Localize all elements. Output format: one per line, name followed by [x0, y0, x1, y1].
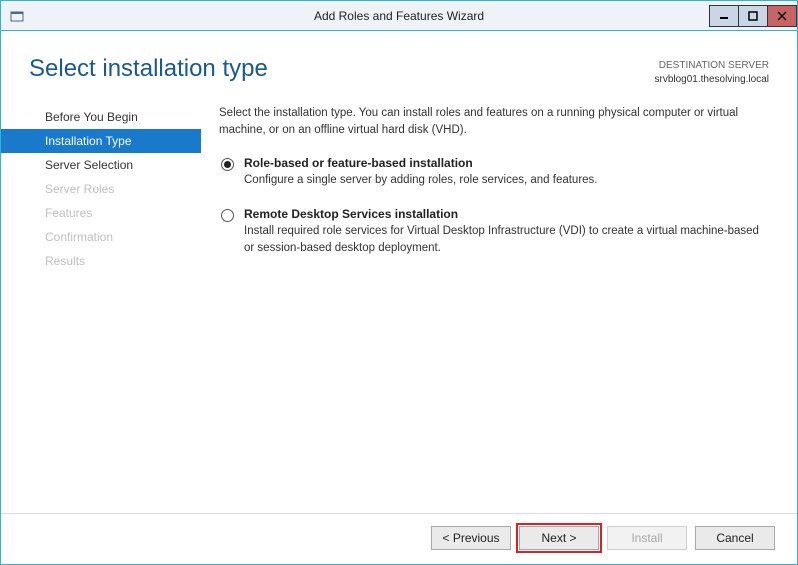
wizard-window: Add Roles and Features Wizard Select ins… — [0, 0, 798, 565]
destination-server-name: srvblog01.thesolving.local — [654, 73, 769, 87]
window-controls — [710, 5, 797, 27]
sidebar-item-confirmation: Confirmation — [1, 225, 201, 249]
option-desc: Install required role services for Virtu… — [244, 223, 769, 256]
destination-info: DESTINATION SERVER srvblog01.thesolving.… — [654, 59, 769, 87]
cancel-button[interactable]: Cancel — [695, 526, 775, 550]
sidebar-item-label: Before You Begin — [45, 110, 138, 124]
wizard-steps-sidebar: Before You Begin Installation Type Serve… — [1, 97, 201, 513]
radio-icon[interactable] — [221, 158, 234, 171]
button-label: Cancel — [716, 531, 753, 545]
option-remote-desktop[interactable]: Remote Desktop Services installation Ins… — [219, 207, 769, 256]
option-text: Role-based or feature-based installation… — [244, 156, 769, 189]
maximize-button[interactable] — [738, 5, 768, 27]
option-title: Role-based or feature-based installation — [244, 156, 769, 170]
intro-text: Select the installation type. You can in… — [219, 105, 769, 138]
page-title: Select installation type — [29, 55, 654, 83]
content-area: Select installation type DESTINATION SER… — [1, 31, 797, 564]
sidebar-item-features: Features — [1, 201, 201, 225]
option-text: Remote Desktop Services installation Ins… — [244, 207, 769, 256]
sidebar-item-label: Results — [45, 254, 85, 268]
sidebar-item-server-selection[interactable]: Server Selection — [1, 153, 201, 177]
next-button[interactable]: Next > — [519, 526, 599, 550]
window-title: Add Roles and Features Wizard — [1, 9, 797, 23]
sidebar-item-installation-type[interactable]: Installation Type — [1, 129, 201, 153]
page-header: Select installation type DESTINATION SER… — [1, 31, 797, 97]
app-icon — [9, 8, 25, 24]
option-role-based[interactable]: Role-based or feature-based installation… — [219, 156, 769, 189]
radio-icon[interactable] — [221, 209, 234, 222]
button-label: Install — [631, 531, 662, 545]
main-panel: Select the installation type. You can in… — [201, 97, 797, 513]
sidebar-item-label: Installation Type — [45, 134, 132, 148]
minimize-button[interactable] — [709, 5, 739, 27]
destination-label: DESTINATION SERVER — [654, 59, 769, 73]
previous-button[interactable]: < Previous — [431, 526, 511, 550]
wizard-footer: < Previous Next > Install Cancel — [1, 513, 797, 564]
sidebar-item-label: Server Roles — [45, 182, 114, 196]
body: Before You Begin Installation Type Serve… — [1, 97, 797, 513]
sidebar-item-results: Results — [1, 249, 201, 273]
sidebar-item-server-roles: Server Roles — [1, 177, 201, 201]
button-label: < Previous — [442, 531, 499, 545]
titlebar[interactable]: Add Roles and Features Wizard — [1, 1, 797, 31]
sidebar-item-label: Confirmation — [45, 230, 113, 244]
sidebar-item-label: Server Selection — [45, 158, 133, 172]
sidebar-item-label: Features — [45, 206, 92, 220]
option-title: Remote Desktop Services installation — [244, 207, 769, 221]
install-button: Install — [607, 526, 687, 550]
close-button[interactable] — [767, 5, 797, 27]
option-desc: Configure a single server by adding role… — [244, 172, 769, 189]
button-label: Next > — [541, 531, 576, 545]
radio-dot-icon — [224, 161, 231, 168]
sidebar-item-before-you-begin[interactable]: Before You Begin — [1, 105, 201, 129]
